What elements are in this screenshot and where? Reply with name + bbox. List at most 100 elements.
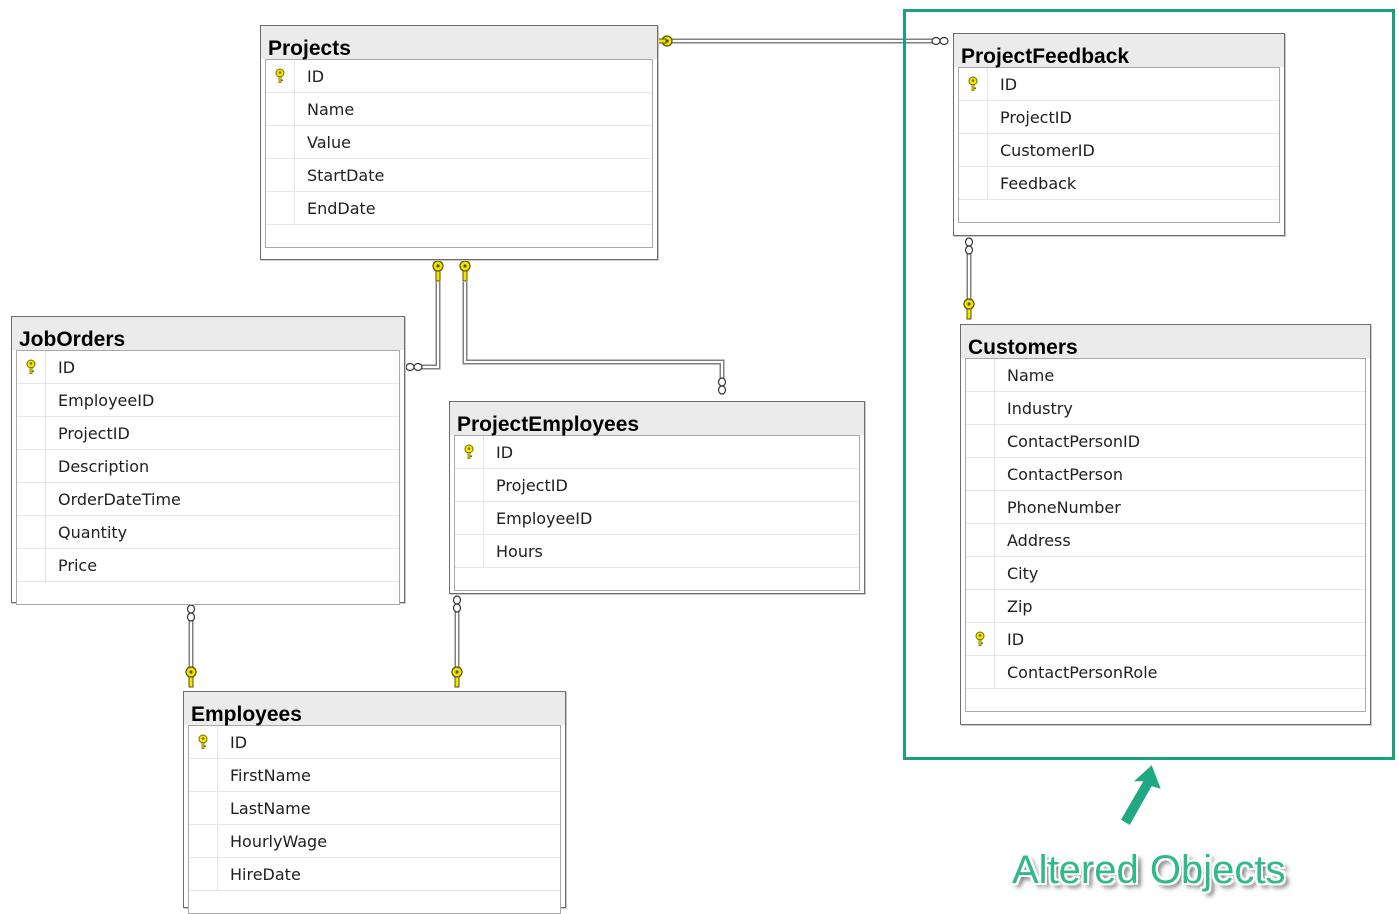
column-name: Name (1007, 365, 1055, 385)
column-row[interactable]: FirstName (189, 759, 560, 792)
row-selector (17, 483, 46, 515)
column-row[interactable]: StartDate (266, 159, 652, 192)
column-name: PhoneNumber (1007, 497, 1121, 517)
column-row[interactable]: ID (959, 68, 1279, 101)
column-name: City (1007, 563, 1039, 583)
column-name: HireDate (230, 864, 301, 884)
column-row[interactable]: EmployeeID (455, 502, 859, 535)
column-name: Name (307, 99, 355, 119)
table-header: ProjectFeedback (954, 34, 1284, 68)
column-row[interactable]: ContactPersonID (966, 425, 1365, 458)
column-row[interactable]: Value (266, 126, 652, 159)
primary-key-icon (273, 68, 287, 84)
column-row[interactable]: ProjectID (959, 101, 1279, 134)
table-employees[interactable]: Employees ID FirstName LastName HourlyWage H… (183, 691, 566, 914)
column-row[interactable]: ProjectID (455, 469, 859, 502)
column-row[interactable]: PhoneNumber (966, 491, 1365, 524)
row-selector (266, 60, 295, 92)
table-customers[interactable]: Customers Name Industry ContactPersonID Con… (960, 324, 1371, 725)
primary-key-icon (973, 631, 987, 647)
link-projects-joborders (415, 282, 441, 370)
column-name: HourlyWage (230, 831, 328, 851)
column-row[interactable]: EmployeeID (17, 384, 399, 417)
new-column-row[interactable] (966, 689, 1365, 711)
altered-objects-caption: Altered Objects (1012, 848, 1286, 892)
column-name: ProjectID (1000, 107, 1072, 127)
column-row[interactable]: Hours (455, 535, 859, 568)
table-project-feedback[interactable]: ProjectFeedback ID ProjectID CustomerID Fee… (953, 33, 1285, 236)
column-row[interactable]: Name (266, 93, 652, 126)
new-column-row[interactable] (266, 225, 652, 247)
column-name: ID (1007, 629, 1025, 649)
many-end-infinity (452, 595, 462, 613)
table-title: Projects (268, 37, 351, 60)
column-row[interactable]: ContactPerson (966, 458, 1365, 491)
row-selector (966, 623, 995, 655)
column-row[interactable]: HourlyWage (189, 825, 560, 858)
row-selector (17, 516, 46, 548)
one-end-key-icon (655, 35, 673, 47)
column-name: CustomerID (1000, 140, 1095, 160)
column-name: EmployeeID (496, 508, 593, 528)
column-name: FirstName (230, 765, 311, 785)
table-title: ProjectFeedback (961, 45, 1130, 68)
column-row[interactable]: HireDate (189, 858, 560, 891)
row-selector (966, 425, 995, 457)
column-row[interactable]: City (966, 557, 1365, 590)
new-column-row[interactable] (17, 582, 399, 604)
column-row[interactable]: LastName (189, 792, 560, 825)
row-selector (959, 167, 988, 199)
primary-key-icon (24, 359, 38, 375)
row-selector (189, 858, 218, 890)
row-selector (17, 417, 46, 449)
column-row[interactable]: ProjectID (17, 417, 399, 450)
column-name: Zip (1007, 596, 1033, 616)
column-row[interactable]: EndDate (266, 192, 652, 225)
column-grid: ID FirstName LastName HourlyWage HireDate (188, 725, 561, 914)
column-row[interactable]: Industry (966, 392, 1365, 425)
new-column-row[interactable] (959, 200, 1279, 222)
row-selector (266, 93, 295, 125)
column-name: Feedback (1000, 173, 1077, 193)
row-selector (966, 557, 995, 589)
column-row[interactable]: Zip (966, 590, 1365, 623)
new-column-row[interactable] (455, 568, 859, 590)
many-end-infinity (186, 604, 196, 622)
many-end-infinity (405, 362, 423, 372)
column-row[interactable]: ID (266, 60, 652, 93)
column-row[interactable]: Price (17, 549, 399, 582)
row-selector (189, 759, 218, 791)
column-row[interactable]: Address (966, 524, 1365, 557)
column-row[interactable]: Feedback (959, 167, 1279, 200)
row-selector (966, 524, 995, 556)
caption-arrow (1118, 762, 1164, 828)
column-row[interactable]: Name (966, 359, 1365, 392)
column-row[interactable]: ID (966, 623, 1365, 656)
one-end-key-icon (185, 666, 197, 688)
table-header: Customers (961, 325, 1370, 359)
column-name: Value (307, 132, 351, 152)
table-job-orders[interactable]: JobOrders ID EmployeeID ProjectID Descripti… (11, 316, 405, 605)
new-column-row[interactable] (189, 891, 560, 913)
column-row[interactable]: OrderDateTime (17, 483, 399, 516)
column-row[interactable]: ID (455, 436, 859, 469)
table-title: ProjectEmployees (457, 413, 640, 436)
row-selector (966, 359, 995, 391)
row-selector (966, 656, 995, 688)
column-name: ID (307, 66, 325, 86)
column-row[interactable]: ID (17, 351, 399, 384)
column-row[interactable]: ContactPersonRole (966, 656, 1365, 689)
column-name: Industry (1007, 398, 1073, 418)
one-end-key-icon (432, 260, 444, 282)
row-selector (966, 491, 995, 523)
column-grid: ID ProjectID EmployeeID Hours (454, 435, 860, 591)
table-project-employees[interactable]: ProjectEmployees ID ProjectID EmployeeID Ho… (449, 401, 865, 594)
primary-key-icon (196, 734, 210, 750)
column-row[interactable]: ID (189, 726, 560, 759)
column-row[interactable]: Description (17, 450, 399, 483)
column-row[interactable]: Quantity (17, 516, 399, 549)
row-selector (455, 535, 484, 567)
table-projects[interactable]: Projects ID Name Value StartDate EndDate (260, 25, 658, 260)
row-selector (189, 825, 218, 857)
column-row[interactable]: CustomerID (959, 134, 1279, 167)
